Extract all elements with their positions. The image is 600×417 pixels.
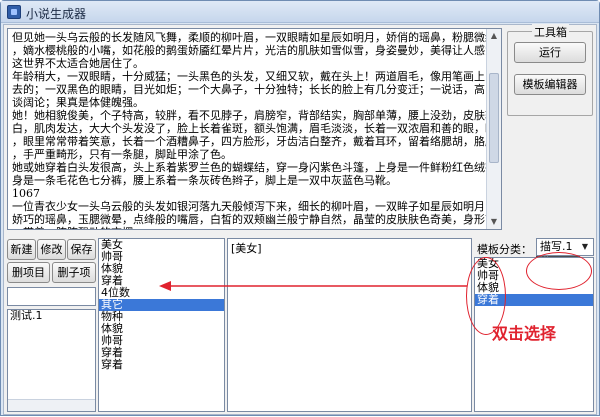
output-textarea[interactable]: 但见她一头乌云般的长发随风飞舞，柔顺的柳叶眉，一双眼睛如星辰如明月，娇俏的瑶鼻，… [7, 28, 502, 230]
item-list-hscrollbar[interactable] [8, 399, 95, 411]
editor-line: 但见她一头乌云般的长发随风飞舞，柔顺的柳叶眉，一双眼睛如星辰如明月，娇俏的瑶鼻，… [12, 31, 499, 44]
editor-line: ，嫡水樱桃般的小嘴，如花般的鹅蛋娇靥红晕片片，光洁的肌肤如雪似雪，身姿曼妙，美得… [12, 44, 496, 57]
editor-line: 娇巧的瑶鼻，玉腮微晕，点绛般的嘴唇，白皙的双颊幽兰般宁静自然，晶莹的皮肤肤色奇美… [12, 213, 496, 226]
app-icon [7, 5, 21, 19]
item-list-items: 测试.1 [8, 310, 95, 322]
scroll-thumb[interactable] [489, 73, 499, 163]
template-category-label: 模板分类： [477, 243, 532, 256]
app-window: 小说生成器 但见她一头乌云般的长发随风飞舞，柔顺的柳叶眉，一双眼睛如星辰如明月，… [0, 0, 600, 416]
window-title: 小说生成器 [26, 7, 87, 21]
editor-line: 她或她穿着白头发很高，头上系着紫罗兰色的蝴蝶结，穿一身闪紫色斗篷，上身是一件鲜粉… [12, 161, 499, 174]
run-button[interactable]: 运行 [514, 42, 586, 63]
editor-line: ，手严重畸形，只有一条腿，脚趾甲涂了色。 [12, 148, 232, 161]
list-item[interactable]: 测试.1 [8, 310, 95, 322]
editor-line: 去的；一双黑色的眼睛，目光如炬；一个大鼻子，十分独特；长长的脸上有几分变迁；一说… [12, 83, 485, 96]
category-list-items: 美女 帅哥 体貌 穿着 4位数 其它 物种 体貌 帅哥 穿着 穿着 [99, 239, 224, 371]
new-button[interactable]: 新建 [7, 239, 36, 260]
editor-line: 她！她相貌俊美，个子特高，较胖，看不见脖子，肩膀窄，背部结实，胸部单薄，腰上没劲… [12, 109, 496, 122]
editor-line: 谈阔论；果真是体健魄强。 [12, 96, 144, 109]
save-button[interactable]: 保存 [67, 239, 96, 260]
edit-button[interactable]: 修改 [37, 239, 66, 260]
delete-item-button[interactable]: 删项目 [7, 262, 50, 283]
editor-lines: 但见她一头乌云般的长发随风飞舞，柔顺的柳叶眉，一双眼睛如星辰如明月，娇俏的瑶鼻，… [12, 31, 499, 229]
editor-line: 1067 [12, 187, 40, 200]
editor-line: 这世界不太适合她居住了。 [12, 57, 144, 70]
delete-subitem-button[interactable]: 删子项 [52, 262, 96, 283]
category-item[interactable]: 穿着 [99, 359, 224, 371]
scroll-down-icon[interactable]: ▼ [489, 217, 499, 227]
main-frame: 但见她一头乌云般的长发随风飞舞，柔顺的柳叶眉，一双眼睛如星辰如明月，娇俏的瑶鼻，… [3, 24, 597, 415]
name-input[interactable] [7, 287, 96, 306]
scroll-up-icon[interactable]: ▲ [489, 31, 499, 41]
item-list[interactable]: 测试.1 [7, 309, 96, 412]
editor-line: 年龄稍大，一双眼睛，十分威猛；一头黑色的头发，又细又软，戴在头上！两道眉毛，像用… [12, 70, 485, 83]
chevron-down-icon[interactable]: ▼ [578, 240, 592, 254]
annotation-text: 双击选择 [492, 324, 557, 343]
category-list[interactable]: 美女 帅哥 体貌 穿着 4位数 其它 物种 体貌 帅哥 穿着 穿着 [98, 238, 225, 412]
template-text-area[interactable]: [美女] [227, 238, 472, 412]
annotation-ellipse-dropdown [526, 252, 592, 290]
toolbox-title: 工具箱 [532, 24, 569, 40]
toolbox-group: 工具箱 运行 模板编辑器 [507, 24, 593, 116]
template-text: [美女] [231, 242, 262, 255]
editor-line: 身是一条毛花色七分裤，腰上系着一条灰砖色辫子，脚上是一双中灰蓝色马靴。 [12, 174, 397, 187]
editor-line: ，带着一阵阵飘动的衣摆。 [12, 226, 499, 229]
editor-line: 一位青衣少女一头乌云般的头发如银河落九天般倾泻下来，细长的柳叶眉，一双眸子如星辰… [12, 200, 496, 213]
editor-line: 白，肌肉发达，大大个头发没了，脸上长着雀斑，额头饱满，眉毛淡淡，长着一双浓眉和善… [12, 122, 499, 135]
template-editor-button[interactable]: 模板编辑器 [514, 74, 586, 95]
editor-line: ，眼里常常带着笑意，长着一个酒糟鼻子，四方脸形，牙齿洁白整齐，戴着耳环，留着络腮… [12, 135, 499, 148]
editor-vscrollbar[interactable]: ▲ ▼ [486, 29, 501, 229]
title-bar: 小说生成器 [1, 1, 599, 23]
